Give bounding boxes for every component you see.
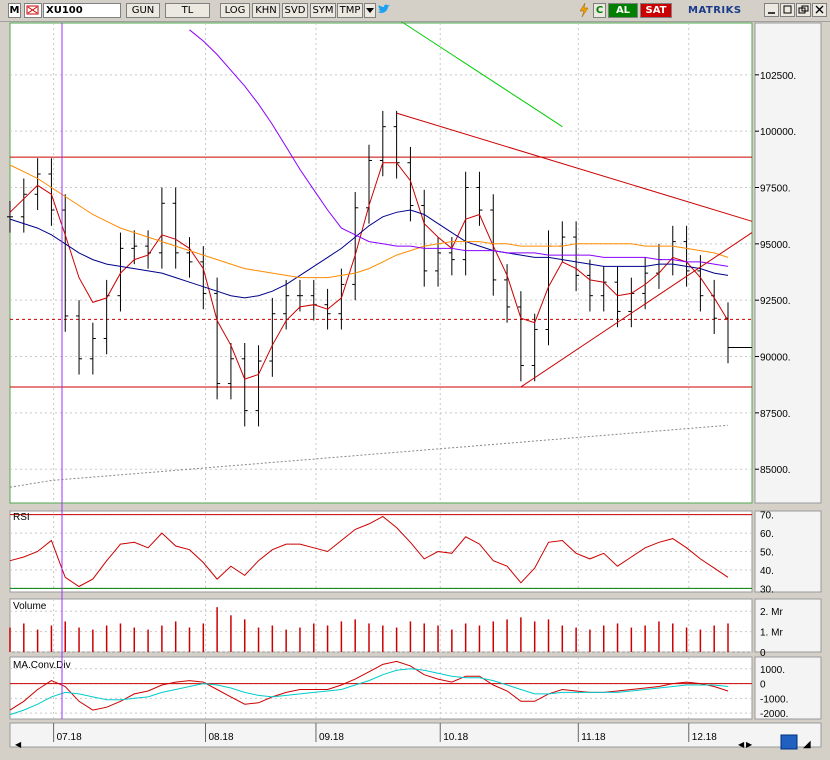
rsi-tick-label: 40. <box>760 566 774 577</box>
rsi-tick-label: 70. <box>760 511 774 522</box>
time-tick-label: 09.18 <box>319 732 344 743</box>
buy-button[interactable]: AL <box>608 3 638 18</box>
minimize-icon[interactable] <box>764 3 779 17</box>
svd-button[interactable]: SVD <box>282 3 308 18</box>
twitter-icon[interactable] <box>377 3 391 18</box>
resize-grip-icon: ◢ <box>803 739 811 750</box>
maximize-icon[interactable] <box>780 3 795 17</box>
brand-logo: MATRIKS <box>688 5 742 16</box>
time-tick-label: 11.18 <box>581 732 606 743</box>
symbol-field[interactable]: XU100 <box>43 3 121 18</box>
volume-tick-label: 0 <box>760 648 766 659</box>
scroll-left-end-icon: ◀ <box>738 740 745 749</box>
restore-icon[interactable] <box>796 3 811 17</box>
price-tick-label: 95000. <box>760 240 791 251</box>
chart-canvas[interactable]: 07.18 08.18 09.18 10.18 11.18 12.18 102500. 100… <box>0 0 830 760</box>
price-tick-label: 92500. <box>760 296 791 307</box>
rsi-title: RSI <box>13 512 30 523</box>
time-tick-label: 12.18 <box>692 732 717 743</box>
time-tick-label: 10.18 <box>443 732 468 743</box>
price-tick-label: 97500. <box>760 184 791 195</box>
price-tick-label: 87500. <box>760 409 791 420</box>
period-button[interactable]: GUN <box>126 3 160 18</box>
volume-title: Volume <box>13 601 47 612</box>
price-tick-label: 100000. <box>760 127 796 138</box>
menu-m-button[interactable]: M <box>8 3 21 18</box>
log-button[interactable]: LOG <box>220 3 250 18</box>
rsi-tick-label: 30. <box>760 584 774 595</box>
macd-tick-label: 1000. <box>760 665 785 676</box>
panel-0-axis-background <box>754 22 822 504</box>
dropdown-arrow-icon[interactable] <box>364 3 376 18</box>
panel-2-background <box>9 598 753 653</box>
volume-tick-label: 2. Mr <box>760 607 783 618</box>
sym-button[interactable]: SYM <box>310 3 336 18</box>
chart-toolbar: M XU100 GUN TL LOG KHN SVD SYM TMP C AL … <box>0 0 830 22</box>
symbol-picker-icon[interactable] <box>24 3 42 18</box>
rsi-tick-label: 50. <box>760 548 774 559</box>
time-tick-label: 08.18 <box>209 732 234 743</box>
price-tick-label: 102500. <box>760 71 796 82</box>
time-tick-label: 07.18 <box>57 732 82 743</box>
sell-button[interactable]: SAT <box>640 3 672 18</box>
refresh-button[interactable]: C <box>593 3 606 18</box>
price-tick-label: 90000. <box>760 353 791 364</box>
rsi-tick-label: 60. <box>760 529 774 540</box>
macd-tick-label: -2000. <box>760 709 788 720</box>
close-icon[interactable] <box>812 3 827 17</box>
currency-button[interactable]: TL <box>165 3 210 18</box>
settings-icon <box>780 734 798 750</box>
price-tick-label: 85000. <box>760 465 791 476</box>
scroll-left-icon: ◀ <box>15 740 22 749</box>
khn-button[interactable]: KHN <box>252 3 280 18</box>
lightning-icon[interactable] <box>577 2 591 18</box>
macd-tick-label: -1000. <box>760 694 788 705</box>
volume-tick-label: 1. Mr <box>760 628 783 639</box>
scroll-right-icon: ▶ <box>746 740 753 749</box>
tmp-button[interactable]: TMP <box>337 3 363 18</box>
macd-tick-label: 0 <box>760 680 766 691</box>
